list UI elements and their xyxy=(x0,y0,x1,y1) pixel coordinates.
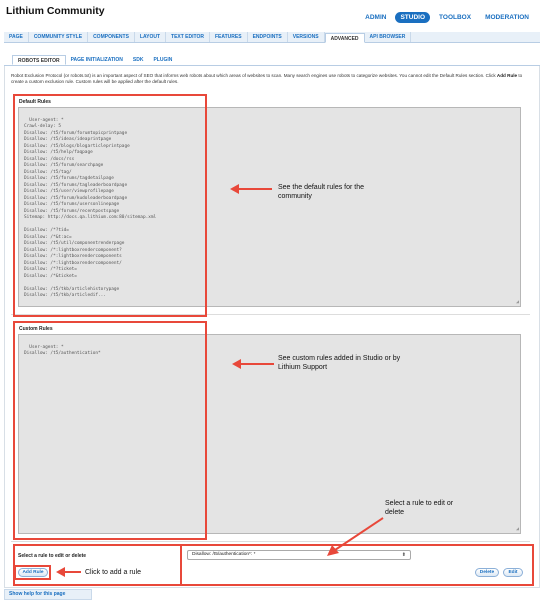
top-nav-moderation[interactable]: MODERATION xyxy=(478,12,536,23)
annotation-default-rules: See the default rules for the community xyxy=(278,184,364,200)
default-rules-label: Default Rules xyxy=(19,99,51,105)
delete-button[interactable]: Delete xyxy=(475,568,499,577)
subtab-robots-editor[interactable]: ROBOTS EDITOR xyxy=(12,55,66,65)
tab-community-style[interactable]: COMMUNITY STYLE xyxy=(29,32,89,42)
tab-versions[interactable]: VERSIONS xyxy=(288,32,325,42)
intro-part1: Robot Exclusion Protocol (or robots.txt)… xyxy=(11,73,497,78)
top-nav-toolbox[interactable]: TOOLBOX xyxy=(432,12,478,23)
main-tabs: PAGE COMMUNITY STYLE COMPONENTS LAYOUT T… xyxy=(4,32,540,43)
sub-tabs: ROBOTS EDITOR PAGE INITIALIZATION SDK PL… xyxy=(12,55,177,65)
section-divider xyxy=(11,541,530,542)
annotation-arrow-icon xyxy=(232,359,274,369)
tab-components[interactable]: COMPONENTS xyxy=(88,32,135,42)
custom-rules-label: Custom Rules xyxy=(19,326,53,332)
subtabs-divider xyxy=(4,65,540,66)
annotation-custom-rules: See custom rules added in Studio or by L… xyxy=(278,355,401,371)
tab-api-browser[interactable]: API BROWSER xyxy=(365,32,412,42)
app-title: Lithium Community xyxy=(6,5,105,17)
annotation-add-rule: Click to add a rule xyxy=(85,569,142,576)
top-nav: ADMIN STUDIO TOOLBOX MODERATION xyxy=(358,12,536,23)
custom-rules-content: User-agent: * Disallow: /t5/authenticati… xyxy=(24,344,101,357)
tab-layout[interactable]: LAYOUT xyxy=(135,32,167,42)
intro-add-rule-bold: Add Rule xyxy=(496,73,518,78)
default-rules-content: User-agent: * Crawl-delay: 5 Disallow: /… xyxy=(24,117,157,299)
subtab-plugin[interactable]: PLUGIN xyxy=(148,55,177,65)
tab-features[interactable]: FEATURES xyxy=(210,32,248,42)
top-nav-studio[interactable]: STUDIO xyxy=(395,12,431,23)
subtab-sdk[interactable]: SDK xyxy=(128,55,149,65)
annotation-arrow-icon xyxy=(56,567,81,577)
edit-button[interactable]: Edit xyxy=(503,568,523,577)
section-divider xyxy=(11,314,530,315)
annotation-arrow-icon xyxy=(230,184,272,194)
annotation-arrow-icon xyxy=(327,517,384,556)
intro-text: Robot Exclusion Protocol (or robots.txt)… xyxy=(11,73,531,85)
tab-text-editor[interactable]: TEXT EDITOR xyxy=(166,32,210,42)
select-rule-label: Select a rule to edit or delete xyxy=(18,553,87,559)
top-nav-admin[interactable]: ADMIN xyxy=(358,12,393,23)
resize-grip-icon[interactable]: ◢ xyxy=(513,526,519,532)
annotation-select-rule: Select a rule to edit or delete xyxy=(385,500,454,516)
tab-page[interactable]: PAGE xyxy=(4,32,29,42)
top-bar: Lithium Community ADMIN STUDIO TOOLBOX M… xyxy=(0,0,542,30)
add-rule-button[interactable]: Add Rule xyxy=(18,568,48,577)
default-rules-textarea[interactable]: User-agent: * Crawl-delay: 5 Disallow: /… xyxy=(18,107,521,307)
show-help-link[interactable]: Show help for this page xyxy=(4,589,92,600)
tab-advanced[interactable]: ADVANCED xyxy=(324,33,365,43)
rule-select-value: Disallow: /t5/authentication*: * xyxy=(192,552,256,557)
subtab-page-initialization[interactable]: PAGE INITIALIZATION xyxy=(66,55,128,65)
resize-grip-icon[interactable]: ◢ xyxy=(513,299,519,305)
tab-endpoints[interactable]: ENDPOINTS xyxy=(248,32,288,42)
dropdown-caret-icon: ⬍ xyxy=(401,552,406,558)
